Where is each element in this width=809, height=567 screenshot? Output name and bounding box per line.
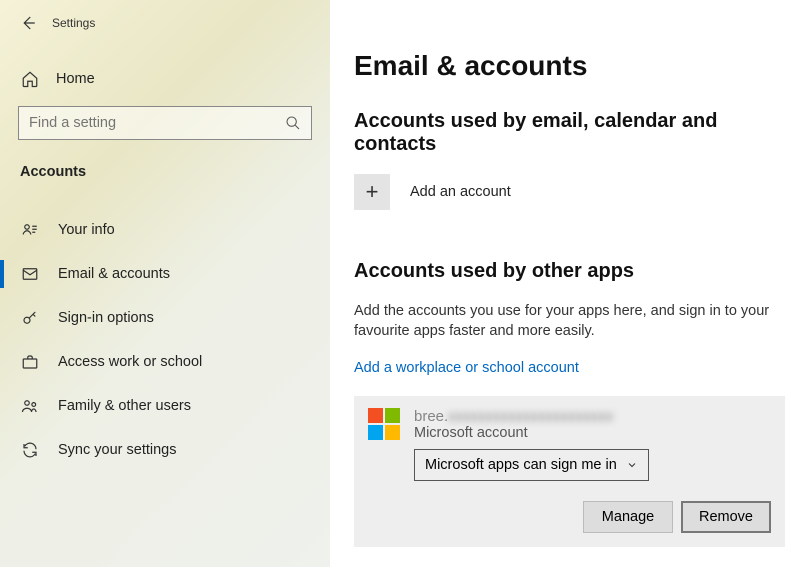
nav-list: Your info Email & accounts Sign-in optio… <box>0 208 330 472</box>
other-apps-description: Add the accounts you use for your apps h… <box>354 301 785 342</box>
sidebar-item-family[interactable]: Family & other users <box>0 384 330 428</box>
section-heading-email: Accounts used by email, calendar and con… <box>354 110 785 156</box>
sidebar-item-label: Your info <box>58 222 115 238</box>
search-input[interactable] <box>29 115 285 131</box>
sidebar-item-work-school[interactable]: Access work or school <box>0 340 330 384</box>
sidebar-item-signin-options[interactable]: Sign-in options <box>0 296 330 340</box>
sidebar-item-label: Family & other users <box>58 398 191 414</box>
sidebar-item-label: Access work or school <box>58 354 202 370</box>
microsoft-logo-icon <box>368 408 400 440</box>
add-account-button[interactable]: + Add an account <box>354 174 785 210</box>
mail-icon <box>20 265 40 283</box>
sidebar-item-label: Email & accounts <box>58 266 170 282</box>
person-card-icon <box>20 221 40 239</box>
plus-icon: + <box>354 174 390 210</box>
back-button[interactable] <box>8 3 48 43</box>
sidebar-item-label: Sign-in options <box>58 310 154 326</box>
manage-button[interactable]: Manage <box>583 501 673 533</box>
chevron-down-icon <box>626 459 638 471</box>
title-bar: Settings <box>0 0 330 46</box>
home-icon <box>20 70 40 88</box>
sidebar-item-your-info[interactable]: Your info <box>0 208 330 252</box>
home-nav[interactable]: Home <box>0 58 330 100</box>
arrow-left-icon <box>19 14 37 32</box>
people-icon <box>20 397 40 415</box>
sidebar: Settings Home Accounts Your info Email &… <box>0 0 330 567</box>
search-icon <box>285 115 301 131</box>
add-workschool-link[interactable]: Add a workplace or school account <box>354 360 785 376</box>
sidebar-item-sync[interactable]: Sync your settings <box>0 428 330 472</box>
section-heading-other-apps: Accounts used by other apps <box>354 260 785 283</box>
key-icon <box>20 309 40 327</box>
sidebar-item-email-accounts[interactable]: Email & accounts <box>0 252 330 296</box>
remove-button[interactable]: Remove <box>681 501 771 533</box>
signin-dropdown[interactable]: Microsoft apps can sign me in <box>414 449 649 481</box>
add-account-label: Add an account <box>410 184 511 200</box>
sidebar-item-label: Sync your settings <box>58 442 176 458</box>
page-title: Email & accounts <box>354 50 785 82</box>
window-title: Settings <box>52 16 95 30</box>
main-content: Email & accounts Accounts used by email,… <box>330 0 809 567</box>
dropdown-label: Microsoft apps can sign me in <box>425 457 617 473</box>
account-entry[interactable]: bree.xxxxxxxxxxxxxxxxxxxxxx Microsoft ac… <box>354 396 785 547</box>
sync-icon <box>20 441 40 459</box>
briefcase-icon <box>20 353 40 371</box>
home-label: Home <box>56 71 95 87</box>
sidebar-section-header: Accounts <box>0 140 330 190</box>
account-type: Microsoft account <box>414 425 613 441</box>
account-email: bree.xxxxxxxxxxxxxxxxxxxxxx <box>414 408 613 425</box>
search-box[interactable] <box>18 106 312 140</box>
